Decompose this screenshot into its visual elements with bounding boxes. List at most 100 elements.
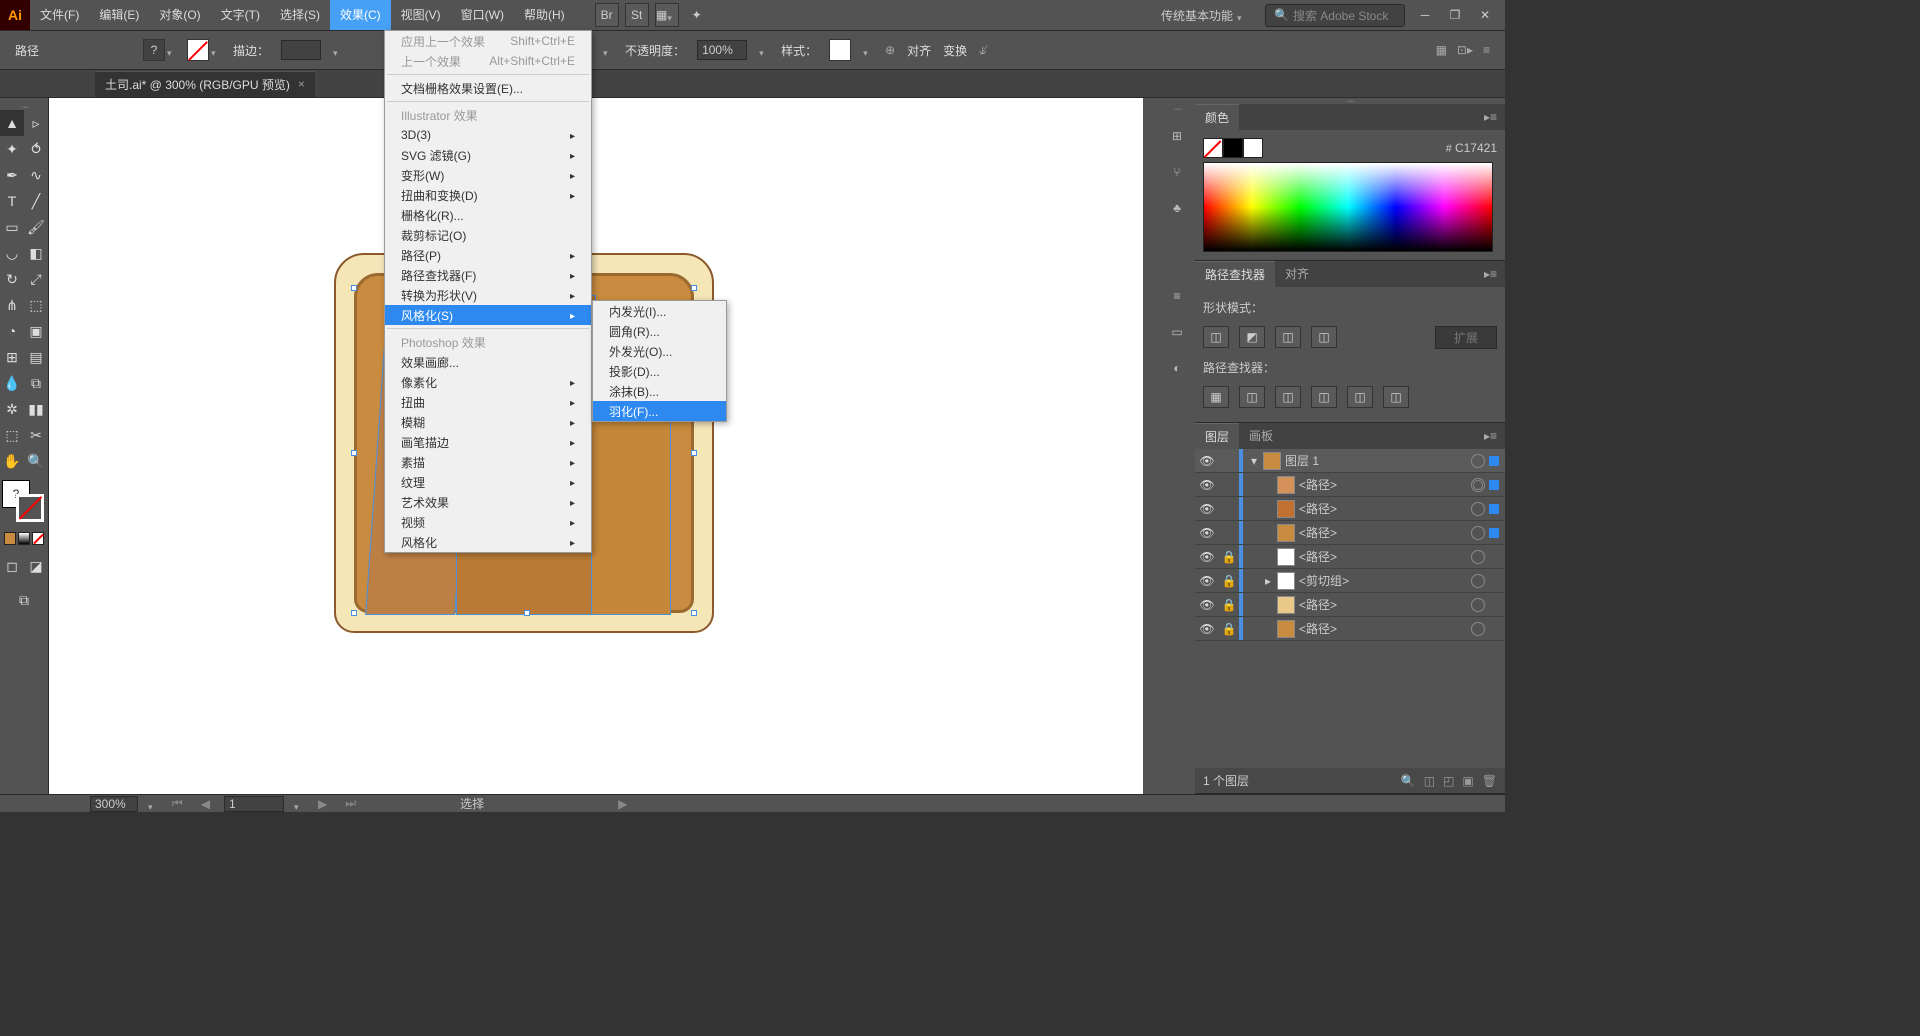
fill-stroke-control[interactable]: ? [2, 480, 46, 524]
shaper-tool[interactable]: ◡ [0, 240, 24, 266]
exclude-button[interactable]: ◫ [1311, 326, 1337, 348]
layers-tab[interactable]: 图层 [1195, 423, 1239, 450]
menu-item[interactable]: 裁剪标记(O) [385, 225, 591, 245]
zoom-input[interactable] [90, 796, 138, 812]
panel-menu-icon[interactable]: ▸≡ [1476, 267, 1505, 281]
layer-row[interactable]: 👁<路径> [1195, 473, 1505, 497]
lasso-tool[interactable]: ⥀ [24, 136, 48, 162]
target-icon[interactable] [1471, 550, 1485, 564]
artboard-nav-input[interactable] [224, 796, 284, 812]
blend-tool[interactable]: ⧉ [24, 370, 48, 396]
menu-item[interactable]: 风格化 [385, 532, 591, 552]
document-tab[interactable]: 土司.ai* @ 300% (RGB/GPU 预览) × [95, 71, 315, 97]
artboards-tab[interactable]: 画板 [1239, 423, 1283, 449]
locate-layer-icon[interactable]: 🔍 [1401, 774, 1416, 788]
target-icon[interactable] [1471, 622, 1485, 636]
new-layer-icon[interactable]: ▣ [1462, 774, 1473, 788]
panel-menu-icon[interactable]: ▸≡ [1476, 110, 1505, 124]
menu-item[interactable]: 风格化(S) [385, 305, 591, 325]
target-icon[interactable] [1471, 526, 1485, 540]
target-icon[interactable] [1471, 502, 1485, 516]
mesh-tool[interactable]: ⊞ [0, 344, 24, 370]
visibility-icon[interactable]: 👁 [1195, 526, 1219, 540]
minus-back-button[interactable]: ◫ [1383, 386, 1409, 408]
crop-button[interactable]: ◫ [1311, 386, 1337, 408]
new-sublayer-icon[interactable]: ◰ [1443, 774, 1454, 788]
submenu-item[interactable]: 投影(D)... [593, 361, 726, 381]
visibility-icon[interactable]: 👁 [1195, 502, 1219, 516]
dock-symbols-icon[interactable]: ♣ [1165, 196, 1189, 220]
artboard-tool[interactable]: ⬚ [0, 422, 24, 448]
screen-mode[interactable]: ⧉ [0, 587, 48, 613]
merge-button[interactable]: ◫ [1275, 386, 1301, 408]
menu-帮助h[interactable]: 帮助(H) [514, 0, 575, 30]
minus-front-button[interactable]: ◩ [1239, 326, 1265, 348]
menu-item[interactable]: 路径查找器(F) [385, 265, 591, 285]
color-tab[interactable]: 颜色 [1195, 104, 1239, 131]
dock-transparency-icon[interactable]: ◐ [1165, 356, 1189, 380]
submenu-item[interactable]: 内发光(I)... [593, 301, 726, 321]
menu-item[interactable]: 变形(W) [385, 165, 591, 185]
vertical-scrollbar[interactable] [1143, 98, 1159, 794]
stroke-swatch[interactable] [187, 39, 209, 61]
panel-menu-icon[interactable]: ≡ [1483, 43, 1490, 57]
menu-窗口w[interactable]: 窗口(W) [451, 0, 514, 30]
lock-icon[interactable]: 🔒 [1219, 598, 1239, 612]
menu-item[interactable]: 素描 [385, 452, 591, 472]
delete-layer-icon[interactable]: 🗑 [1482, 774, 1497, 788]
menu-item[interactable]: 扭曲和变换(D) [385, 185, 591, 205]
free-transform-tool[interactable]: ⬚ [24, 292, 48, 318]
eyedropper-tool[interactable]: 💧 [0, 370, 24, 396]
visibility-icon[interactable]: 👁 [1195, 478, 1219, 492]
layer-row[interactable]: 👁<路径> [1195, 497, 1505, 521]
close-tab-icon[interactable]: × [298, 77, 305, 91]
color-white-swatch[interactable] [1243, 138, 1263, 158]
next-artboard-icon[interactable]: ▶ [314, 797, 331, 811]
gpu-icon[interactable]: ✦ [685, 3, 709, 27]
trim-button[interactable]: ◫ [1239, 386, 1265, 408]
stroke-weight-input[interactable] [281, 40, 321, 60]
target-icon[interactable] [1471, 598, 1485, 612]
workspace-switcher[interactable]: 传统基本功能 [1153, 7, 1255, 24]
menu-item[interactable]: SVG 滤镜(G) [385, 145, 591, 165]
arrange-icon[interactable]: ▦ [655, 3, 679, 27]
menu-item[interactable]: 艺术效果 [385, 492, 591, 512]
layer-row[interactable]: 👁▾图层 1 [1195, 449, 1505, 473]
lock-icon[interactable]: 🔒 [1219, 550, 1239, 564]
eraser-tool[interactable]: ◧ [24, 240, 48, 266]
menu-item[interactable]: 3D(3) [385, 125, 591, 145]
restore-icon[interactable]: ❐ [1445, 5, 1465, 25]
draw-mode-normal[interactable]: ◻ [0, 553, 24, 579]
menu-视图v[interactable]: 视图(V) [391, 0, 451, 30]
submenu-item[interactable]: 涂抹(B)... [593, 381, 726, 401]
paintbrush-tool[interactable]: 🖌 [24, 214, 48, 240]
target-icon[interactable] [1471, 574, 1485, 588]
menu-item[interactable]: 路径(P) [385, 245, 591, 265]
graph-tool[interactable]: ▮▮ [24, 396, 48, 422]
submenu-item[interactable]: 圆角(R)... [593, 321, 726, 341]
panel-menu-icon[interactable]: ▸≡ [1476, 429, 1505, 443]
fill-swatch[interactable]: ? [143, 39, 165, 61]
layer-row[interactable]: 👁🔒<路径> [1195, 617, 1505, 641]
visibility-icon[interactable]: 👁 [1195, 550, 1219, 564]
menu-item[interactable]: 画笔描边 [385, 432, 591, 452]
layer-row[interactable]: 👁🔒<路径> [1195, 593, 1505, 617]
dock-swatches-icon[interactable]: ⊞ [1165, 124, 1189, 148]
minimize-icon[interactable]: ─ [1415, 5, 1435, 25]
rectangle-tool[interactable]: ▭ [0, 214, 24, 240]
menu-item[interactable]: 纹理 [385, 472, 591, 492]
color-spectrum[interactable] [1203, 162, 1493, 252]
edit-mode-icon[interactable]: ⊡▸ [1457, 43, 1473, 57]
search-input[interactable]: 🔍 搜索 Adobe Stock [1265, 4, 1405, 27]
intersect-button[interactable]: ◫ [1275, 326, 1301, 348]
pen-tool[interactable]: ✒ [0, 162, 24, 188]
isolation-icon[interactable]: ▦ [1436, 43, 1447, 57]
target-icon[interactable] [1471, 478, 1485, 492]
shape-builder-tool[interactable]: ◔ [0, 318, 24, 344]
menu-item[interactable]: 栅格化(R)... [385, 205, 591, 225]
unite-button[interactable]: ◫ [1203, 326, 1229, 348]
menu-item[interactable]: 像素化 [385, 372, 591, 392]
menu-对象o[interactable]: 对象(O) [149, 0, 210, 30]
draw-mode-behind[interactable]: ◪ [24, 553, 48, 579]
visibility-icon[interactable]: 👁 [1195, 598, 1219, 612]
